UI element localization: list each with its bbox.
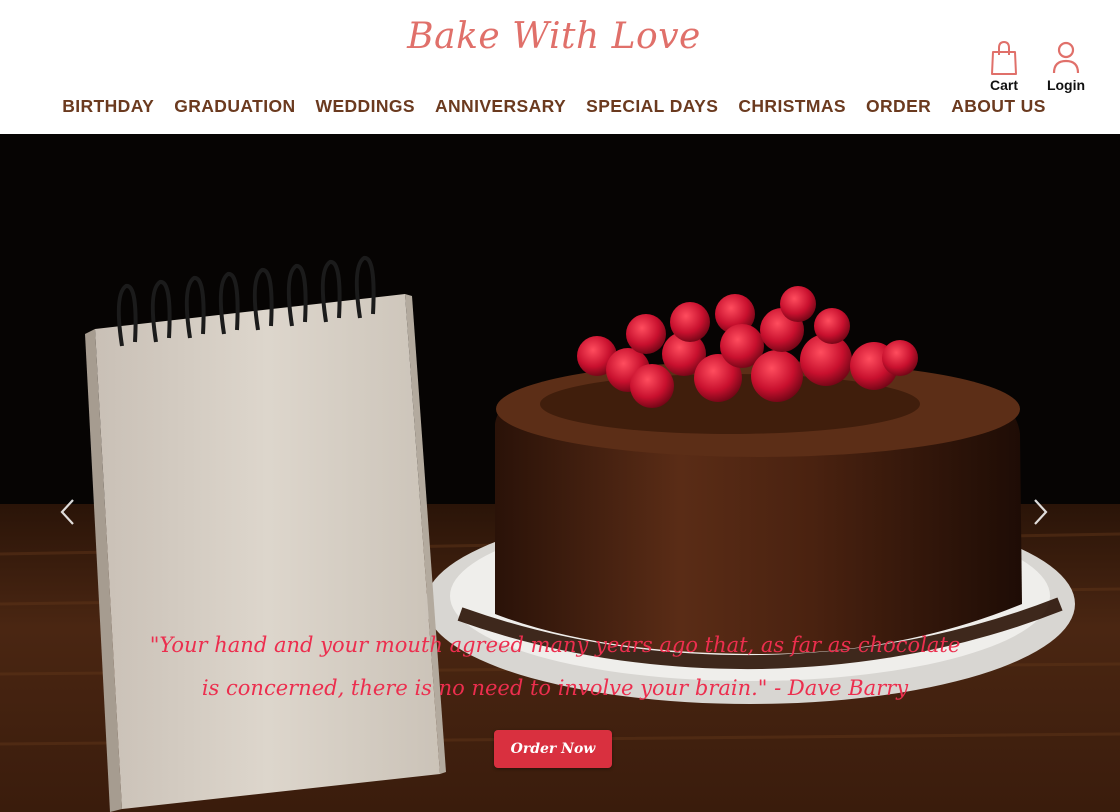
chevron-left-icon (58, 497, 76, 531)
chevron-right-icon (1032, 497, 1050, 531)
cart-label: Cart (989, 77, 1018, 93)
brand-logo[interactable]: Bake With Love (0, 16, 1108, 57)
nav-birthday[interactable]: BIRTHDAY (62, 96, 154, 117)
login-button[interactable]: Login (1046, 40, 1086, 93)
hero-quote: "Your hand and your mouth agreed many ye… (140, 624, 970, 710)
cart-button[interactable]: Cart (984, 40, 1024, 93)
header-actions: Cart Login (984, 40, 1086, 93)
nav-order[interactable]: ORDER (866, 96, 931, 117)
carousel-next-button[interactable] (1026, 494, 1056, 534)
hero-image (0, 134, 1120, 812)
site-header: Bake With Love Cart Login BIRTHDAY GRADU… (0, 0, 1120, 134)
login-label: Login (1046, 77, 1086, 93)
order-now-button[interactable]: Order Now (494, 730, 612, 768)
nav-anniversary[interactable]: ANNIVERSARY (435, 96, 566, 117)
user-icon (1051, 40, 1081, 76)
nav-about-us[interactable]: ABOUT US (951, 96, 1046, 117)
shopping-bag-icon (989, 40, 1019, 76)
carousel-prev-button[interactable] (52, 494, 82, 534)
nav-weddings[interactable]: WEDDINGS (316, 96, 415, 117)
quote-line-2: is concerned, there is no need to involv… (201, 676, 909, 700)
nav-special-days[interactable]: SPECIAL DAYS (586, 96, 718, 117)
main-nav: BIRTHDAY GRADUATION WEDDINGS ANNIVERSARY… (0, 96, 1108, 117)
nav-graduation[interactable]: GRADUATION (174, 96, 295, 117)
quote-line-1: "Your hand and your mouth agreed many ye… (149, 633, 961, 657)
hero-carousel: "Your hand and your mouth agreed many ye… (0, 134, 1120, 812)
nav-christmas[interactable]: CHRISTMAS (738, 96, 846, 117)
